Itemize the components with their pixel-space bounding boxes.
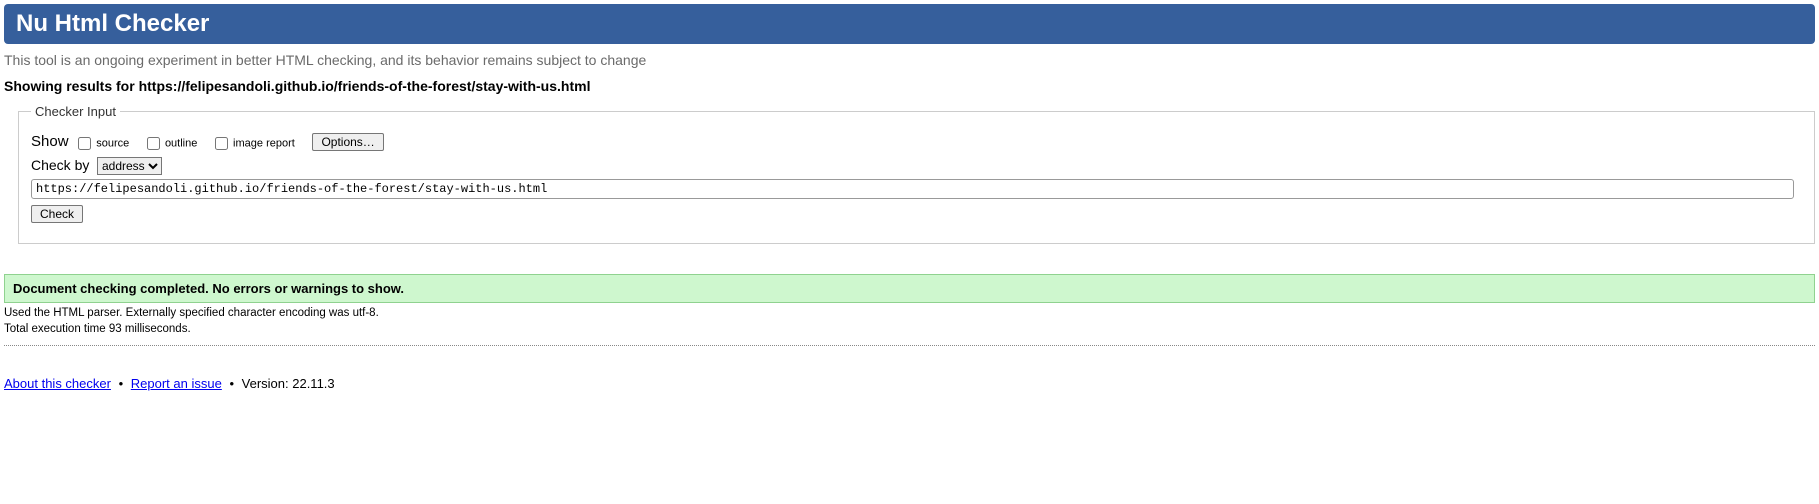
check-row: Check	[31, 205, 1802, 223]
footer: About this checker • Report an issue • V…	[4, 376, 1815, 391]
version-label: Version:	[242, 376, 293, 391]
showing-results-prefix: Showing results for	[4, 78, 139, 94]
source-checkbox-label: source	[96, 137, 129, 149]
separator: •	[119, 376, 124, 391]
show-row: Show source outline image report Options…	[31, 133, 1802, 151]
header-banner: Nu Html Checker	[4, 4, 1815, 44]
checkby-label: Check by	[31, 157, 89, 173]
checker-input-fieldset: Checker Input Show source outline image …	[18, 104, 1815, 244]
outline-checkbox-label: outline	[165, 137, 197, 149]
options-button[interactable]: Options…	[312, 133, 383, 151]
parser-info: Used the HTML parser. Externally specifi…	[4, 307, 1815, 319]
success-message: Document checking completed. No errors o…	[4, 274, 1815, 303]
image-report-checkbox-label: image report	[233, 137, 295, 149]
showing-results-url: https://felipesandoli.github.io/friends-…	[139, 78, 591, 94]
page-title: Nu Html Checker	[16, 10, 1803, 38]
divider	[4, 345, 1815, 346]
url-input[interactable]	[31, 179, 1794, 199]
exec-time: Total execution time 93 milliseconds.	[4, 323, 1815, 335]
about-checker-link[interactable]: About this checker	[4, 376, 111, 391]
show-label: Show	[31, 133, 69, 150]
checker-input-legend: Checker Input	[31, 104, 120, 119]
version-value: 22.11.3	[292, 376, 334, 391]
checkby-select[interactable]: address	[97, 157, 162, 175]
outline-checkbox[interactable]	[147, 137, 160, 150]
showing-results: Showing results for https://felipesandol…	[4, 78, 1815, 94]
intro-text: This tool is an ongoing experiment in be…	[4, 52, 1815, 68]
separator: •	[229, 376, 234, 391]
source-checkbox[interactable]	[78, 137, 91, 150]
image-report-checkbox[interactable]	[215, 137, 228, 150]
report-issue-link[interactable]: Report an issue	[131, 376, 222, 391]
checkby-row: Check by address	[31, 157, 1802, 199]
check-button[interactable]: Check	[31, 205, 83, 223]
